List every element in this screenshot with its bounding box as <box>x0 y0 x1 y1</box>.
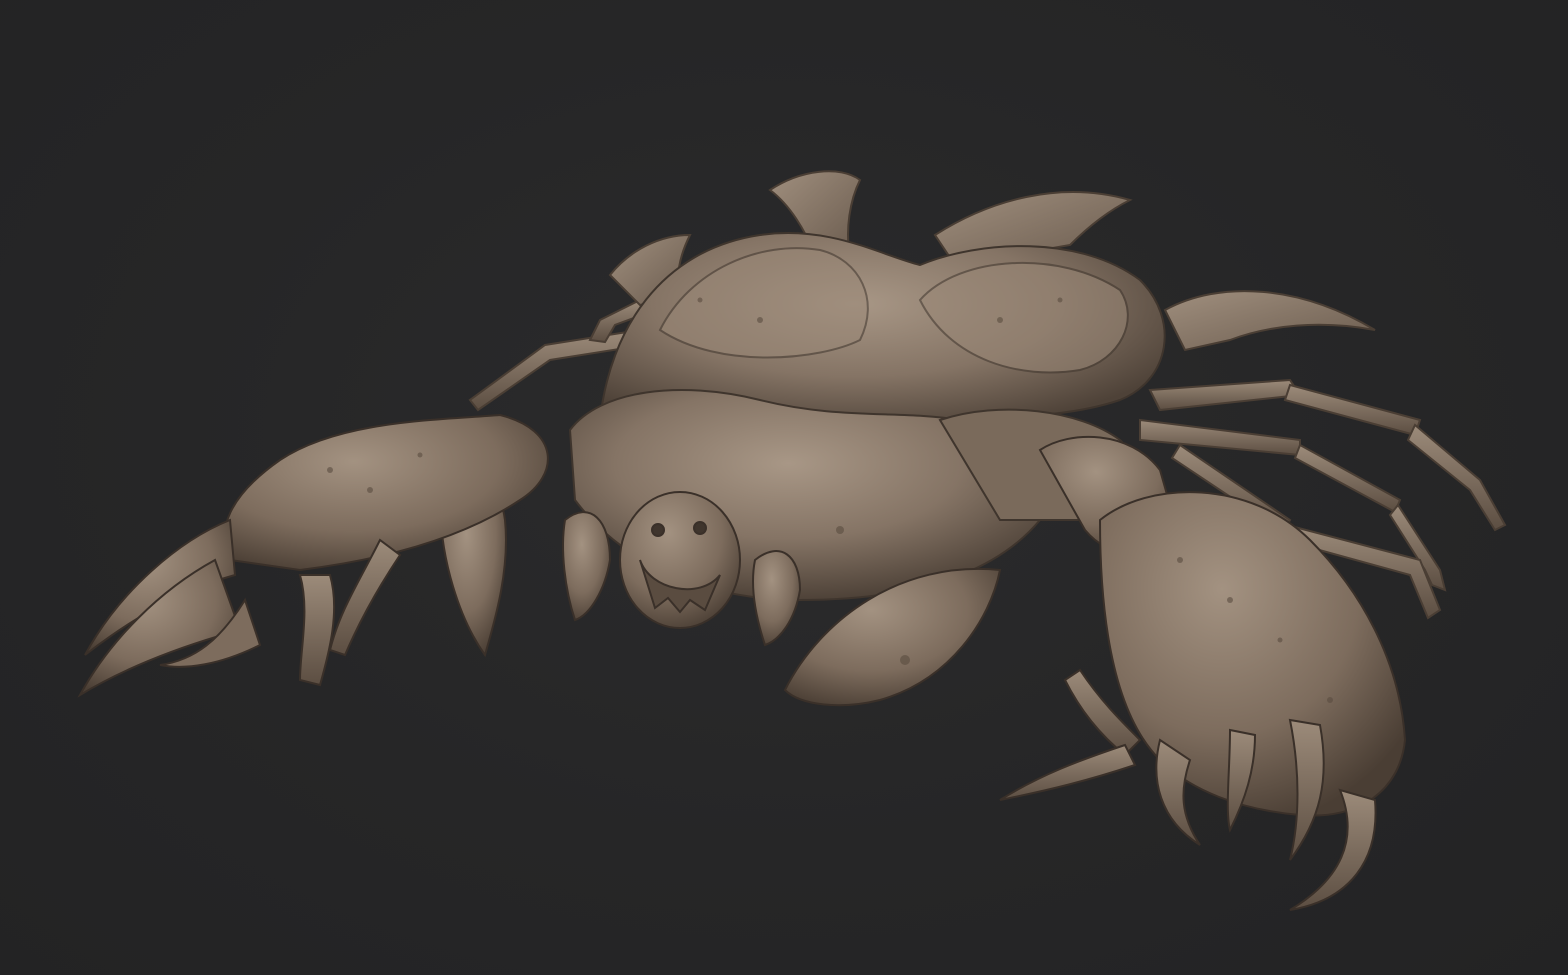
sculpt-viewport[interactable] <box>0 0 1568 975</box>
head <box>619 491 741 629</box>
creature-sculpt <box>77 170 1507 911</box>
